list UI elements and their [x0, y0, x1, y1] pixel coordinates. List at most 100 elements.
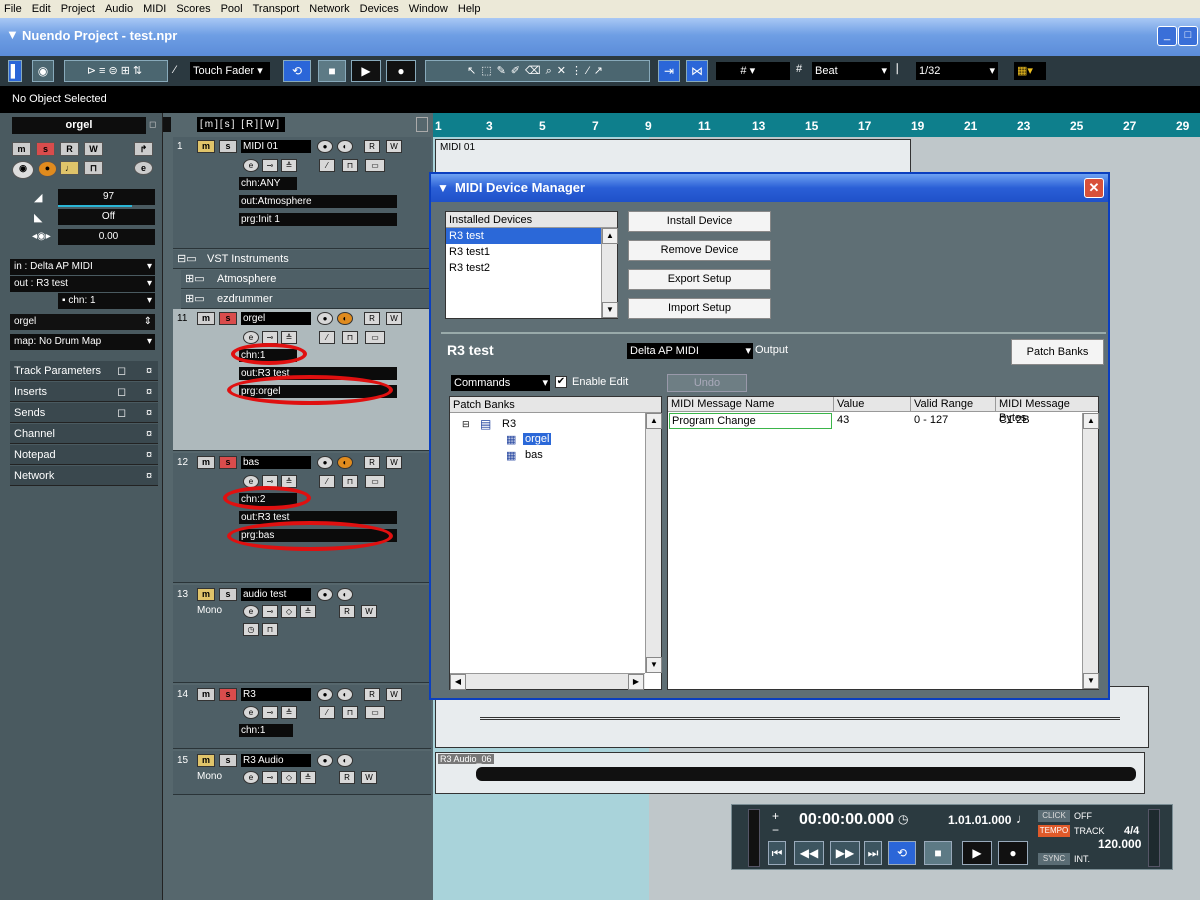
track-solo-button[interactable]: s — [219, 140, 237, 153]
inspector-track-name[interactable]: orgel — [12, 117, 146, 134]
section-notepad[interactable]: Notepad ¤ — [10, 445, 158, 465]
menu-file[interactable]: File — [4, 3, 22, 15]
menu-network[interactable]: Network — [309, 3, 349, 15]
eq-icon[interactable]: ≙ — [300, 605, 316, 618]
mute-button[interactable]: m — [12, 142, 31, 156]
column-header[interactable]: Value — [834, 397, 911, 411]
scroll-left-icon[interactable]: ◀ — [450, 674, 466, 690]
track-solo-button[interactable]: s — [219, 456, 237, 469]
enable-edit-checkbox[interactable]: ✔ — [555, 376, 567, 388]
monitor-icon[interactable]: ● — [317, 688, 333, 701]
read-button[interactable]: R — [364, 456, 380, 469]
monitor-icon[interactable]: ● — [317, 588, 333, 601]
pencil-icon[interactable]: ⁄ — [319, 331, 335, 344]
track-mute-button[interactable]: m — [197, 688, 215, 701]
close-button[interactable]: ✕ — [1084, 178, 1104, 198]
track-mute-button[interactable]: m — [197, 754, 215, 767]
tree-item[interactable]: orgel — [523, 433, 552, 445]
track-program-select[interactable]: prg:Init 1 — [239, 213, 397, 226]
tree-vscrollbar[interactable]: ▲ ▼ — [645, 413, 662, 673]
write-button[interactable]: W — [386, 688, 402, 701]
tree-item[interactable]: bas — [525, 449, 543, 461]
cycle-button[interactable]: ⟲ — [888, 841, 916, 865]
menu-audio[interactable]: Audio — [105, 3, 133, 15]
column-header[interactable]: MIDI Message Name — [668, 397, 834, 411]
track-mute-button[interactable]: m — [197, 588, 215, 601]
edit-channel-icon[interactable]: e — [243, 605, 259, 618]
go-to-end-button[interactable]: ⏭ — [864, 841, 882, 865]
read-button[interactable]: R — [364, 312, 380, 325]
track-list-zoom-button[interactable] — [416, 117, 428, 132]
scroll-up-icon[interactable]: ▲ — [1083, 413, 1099, 429]
write-button[interactable]: W — [84, 142, 103, 156]
cell-name[interactable]: Program Change — [669, 413, 832, 429]
time-display[interactable]: 00:00:00.000 — [799, 811, 894, 829]
midi-message-table[interactable]: MIDI Message Name Value Valid Range MIDI… — [667, 396, 1099, 690]
patch-banks-button[interactable]: Patch Banks — [1011, 339, 1104, 365]
output-routing-select[interactable]: out : R3 test ▾ — [10, 276, 155, 292]
edit-channel-icon[interactable]: e — [243, 331, 259, 344]
track-mute-button[interactable]: m — [197, 312, 215, 325]
clock-icon[interactable]: ◷ — [243, 623, 259, 636]
pencil-icon[interactable]: ⁄ — [319, 706, 335, 719]
track-bas[interactable]: 12 m s bas ● ◐ R W e ⊸ ≙ ⁄ ⊓ ▭ chn:2 out… — [173, 453, 431, 583]
eq-icon[interactable]: ≙ — [281, 706, 297, 719]
click-label[interactable]: CLICK — [1038, 810, 1070, 822]
scroll-up-icon[interactable]: ▲ — [602, 228, 618, 244]
monitor-icon[interactable]: ● — [317, 312, 333, 325]
track-name[interactable]: R3 — [241, 688, 311, 701]
menu-pool[interactable]: Pool — [221, 3, 243, 15]
commands-select[interactable]: Commands ▾ — [451, 375, 550, 391]
pan-field[interactable]: Off — [58, 209, 155, 225]
lanes-icon[interactable]: ▭ — [365, 706, 385, 719]
timeline-ruler[interactable]: 1 3 5 7 9 11 13 15 17 19 21 23 25 27 29 — [433, 113, 1200, 137]
tool-buttons[interactable]: ↖⬚✎✐⌫⌕✕⋮⁄↗ — [425, 60, 650, 82]
monitor-icon[interactable]: ● — [317, 456, 333, 469]
mute-sends-icon[interactable]: ◇ — [281, 771, 297, 784]
time-signature[interactable]: 4/4 — [1124, 825, 1139, 837]
delay-field[interactable]: 0.00 — [58, 229, 155, 245]
track-r3-audio[interactable]: 15 m s R3 Audio ● ◐ Mono e ⊸ ◇ ≙ R W — [173, 751, 431, 795]
record-button[interactable]: ● — [386, 60, 416, 82]
menu-edit[interactable]: Edit — [32, 3, 51, 15]
track-name[interactable]: MIDI 01 — [241, 140, 311, 153]
insert-icon[interactable]: ⊸ — [262, 605, 278, 618]
edit-channel-icon[interactable]: e — [243, 706, 259, 719]
tempo-value[interactable]: 120.000 — [1098, 837, 1141, 851]
devices-scrollbar[interactable]: ▲ ▼ — [601, 228, 618, 318]
quantize-select[interactable]: 1/32 ▾ — [916, 62, 998, 80]
track-solo-button[interactable]: s — [219, 688, 237, 701]
monitor-icon[interactable]: ● — [317, 140, 333, 153]
sync-label[interactable]: SYNC — [1038, 853, 1070, 865]
lanes-icon[interactable]: ▭ — [365, 331, 385, 344]
import-setup-button[interactable]: Import Setup — [628, 298, 771, 319]
pencil-icon[interactable]: ⁄ — [319, 159, 335, 172]
read-button[interactable]: R — [364, 688, 380, 701]
record-arm-icon[interactable]: ◐ — [337, 312, 353, 325]
info-line-button[interactable]: ◉ — [32, 60, 54, 82]
read-button[interactable]: R — [60, 142, 79, 156]
inspector-collapse-icon[interactable]: ◻ — [149, 119, 156, 130]
mute-sends-icon[interactable]: ◇ — [281, 605, 297, 618]
export-setup-button[interactable]: Export Setup — [628, 269, 771, 290]
remove-device-button[interactable]: Remove Device — [628, 240, 771, 261]
track-name[interactable]: R3 Audio — [241, 754, 311, 767]
lock-icon[interactable]: ⊓ — [342, 475, 358, 488]
device-item[interactable]: R3 test2 — [446, 260, 617, 276]
write-button[interactable]: W — [361, 771, 377, 784]
time-base-button[interactable]: ♩ — [60, 161, 79, 175]
eq-icon[interactable]: ≙ — [300, 771, 316, 784]
snap-button[interactable]: ⇥ — [658, 60, 680, 82]
track-list-buttons[interactable]: [m][s] [R][W] — [197, 117, 285, 132]
eq-icon[interactable]: ≙ — [281, 159, 297, 172]
edit-channel-icon[interactable]: e — [243, 159, 259, 172]
track-output-select[interactable]: out:Atmosphere — [239, 195, 397, 208]
automation-mode-select[interactable]: Touch Fader ▾ — [190, 62, 270, 80]
edit-channel-icon[interactable]: e — [243, 771, 259, 784]
read-button[interactable]: R — [339, 771, 355, 784]
fast-forward-button[interactable]: ▶▶ — [830, 841, 860, 865]
menu-scores[interactable]: Scores — [176, 3, 210, 15]
write-button[interactable]: W — [386, 456, 402, 469]
rewind-button[interactable]: ◀◀ — [794, 841, 824, 865]
section-sends[interactable]: Sends ◻ ¤ — [10, 403, 158, 423]
